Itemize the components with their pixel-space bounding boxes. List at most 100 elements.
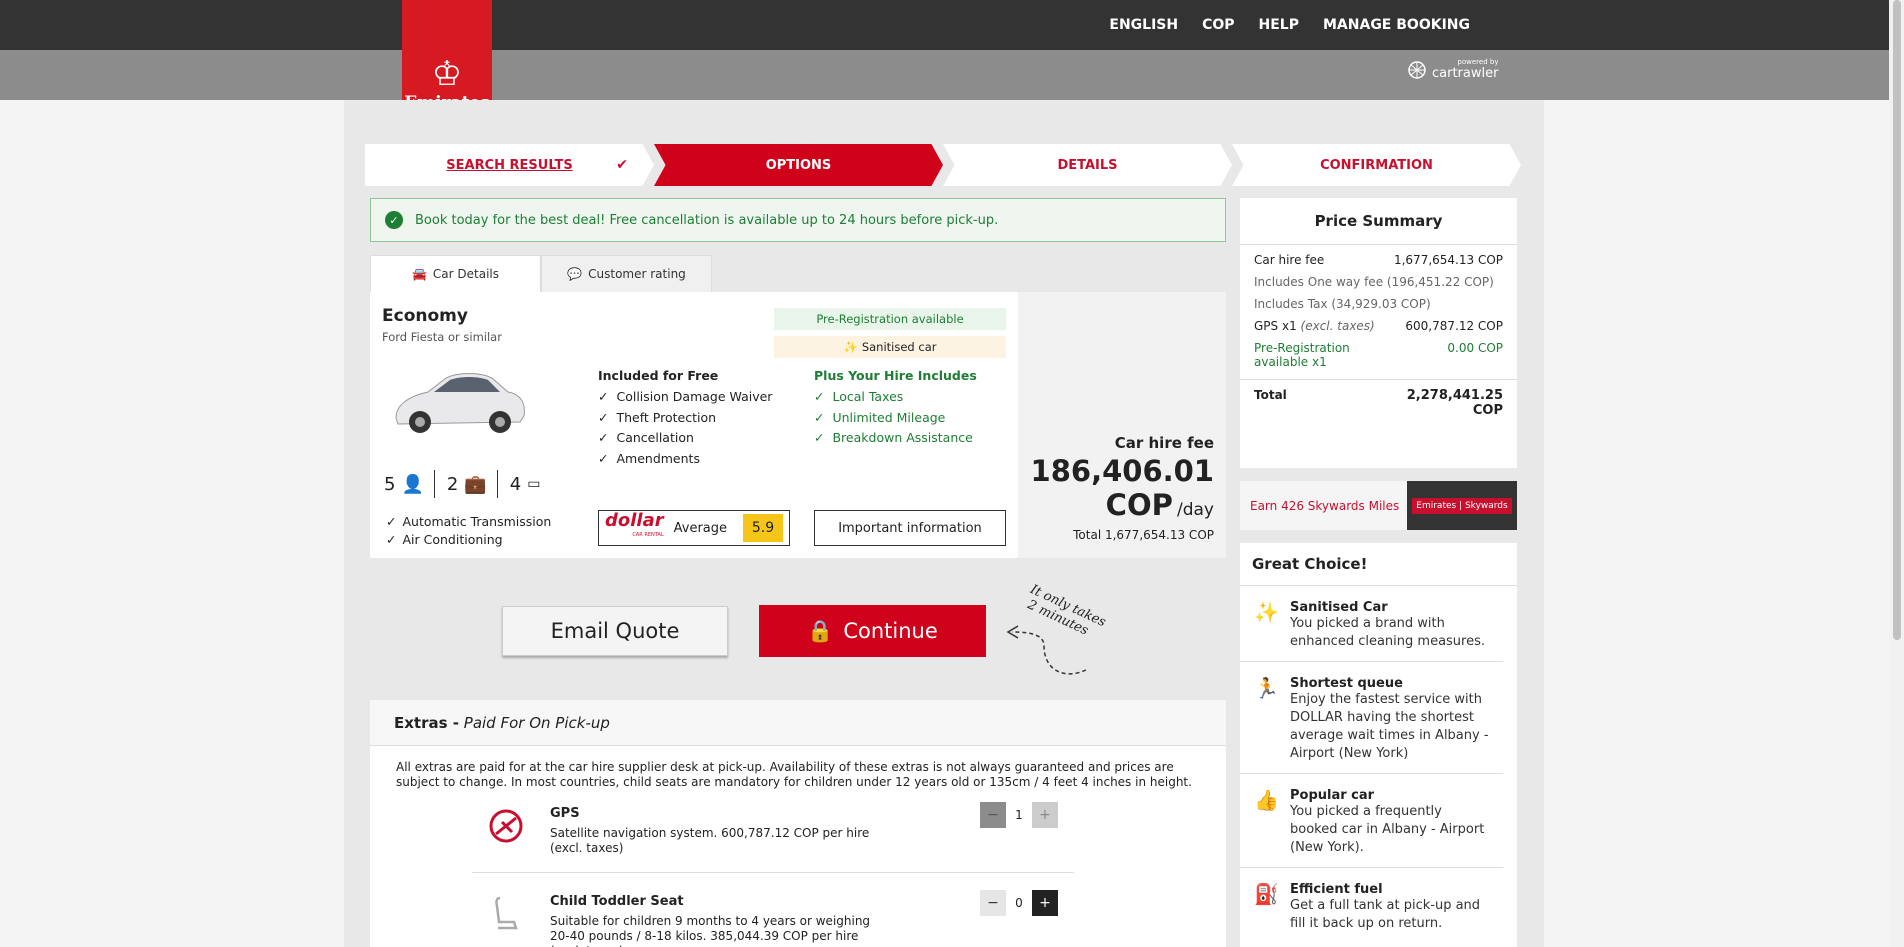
list-item: ✓ Collision Damage Waiver [598,387,772,408]
pre-registration-badge: Pre-Registration available [774,308,1006,330]
oneway-fee-note: Includes One way fee (196,451.22 COP) [1254,275,1494,289]
skywards-badge: Emirates | Skywards [1407,481,1517,530]
progress-steps: SEARCH RESULTS ✔ OPTIONS DETAILS CONFIRM… [365,144,1521,186]
sparkle-icon: ✨ [843,340,858,354]
check-icon: ✓ [814,409,825,425]
skywards-badge-text: Emirates | Skywards [1412,497,1512,514]
check-icon: ✓ [598,389,609,404]
tab-car-details[interactable]: 🚘 Car Details [370,255,541,292]
step-options: OPTIONS [654,144,943,186]
sanitised-text: Sanitised car [861,340,937,354]
extra-name: Child Toddler Seat [550,894,684,909]
suitcase-icon: 💼 [464,473,487,495]
feature-item: ✓ Air Conditioning [386,532,503,547]
thumbs-up-icon: 👍 [1254,788,1279,812]
row-label: Total [1254,388,1287,402]
total-price: Total 1,677,654.13 COP [1073,528,1214,542]
powered-brand: cartrawler [1432,66,1499,81]
item-text: Cancellation [616,430,694,445]
top-nav: ENGLISH COP HELP MANAGE BOOKING [1109,0,1470,50]
check-icon: ✓ [814,430,825,445]
supplier-rating[interactable]: dollar CAR RENTAL Average 5.9 [598,510,790,546]
extras-section: Extras - Paid For On Pick-up All extras … [370,700,1226,947]
email-quote-button[interactable]: Email Quote [502,606,728,656]
child-seat-quantity-stepper: − 0 + [980,890,1058,916]
cartrawler-globe-icon [1408,60,1426,79]
gps-quantity-stepper: − 1 + [980,802,1058,828]
step-search-results[interactable]: SEARCH RESULTS ✔ [365,144,654,186]
person-icon: 👤 [401,473,424,495]
feature-text: Air Conditioning [402,532,503,547]
gps-label: GPS x1 [1254,319,1297,333]
scrollbar-thumb[interactable] [1893,0,1901,640]
gps-row: GPS x1 (excl. taxes) 600,787.12 COP [1240,319,1517,333]
decrease-button[interactable]: − [980,802,1006,828]
emirates-emblem-icon: ♔ [431,54,463,94]
seats-count: 5 [384,473,396,495]
nav-help[interactable]: HELP [1259,17,1299,33]
sparkle-icon: ✨ [1254,600,1279,624]
included-list: Included for Free ✓ Collision Damage Waiv… [598,368,772,469]
item-text: You picked a brand with enhanced cleanin… [1290,616,1486,649]
checkmark-icon: ✔ [616,157,628,173]
great-choice-item: 🏃 Shortest queue Enjoy the fastest servi… [1240,662,1503,774]
nav-language[interactable]: ENGLISH [1109,17,1178,33]
powered-by-cartrawler: powered by cartrawler [1406,58,1498,81]
continue-button[interactable]: 🔒 Continue [759,605,986,657]
skywards-miles: Earn 426 Skywards Miles Emirates | Skywa… [1240,481,1517,530]
item-text: Unlimited Mileage [832,409,946,425]
supplier-logo-tag: CAR RENTAL [632,532,664,538]
car-category: Economy [382,306,468,326]
feature-item: ✓ Automatic Transmission [386,514,551,529]
plus-includes-list: Plus Your Hire Includes ✓ Local Taxes ✓ Un… [814,368,977,449]
item-title: Sanitised Car [1290,600,1388,615]
bags-spec: 2 💼 [445,470,498,498]
car-specs: 5 👤 2 💼 4 ▭ [382,470,560,498]
item-title: Popular car [1290,788,1375,803]
car-card: Economy Ford Fiesta or similar 5 👤 2 💼 4 ▭ … [370,292,1226,558]
check-icon: ✓ [598,450,609,466]
quantity-value: 1 [1015,808,1023,822]
list-item: ✓ Cancellation [598,428,772,449]
item-title: Efficient fuel [1290,882,1383,897]
extras-title: Extras - [394,713,459,732]
gps-note: (excl. taxes) [1300,319,1375,333]
item-text: Amendments [616,450,700,466]
car-model: Ford Fiesta or similar [382,330,502,344]
chat-bubble-icon: 💬 [567,267,583,281]
nav-currency[interactable]: COP [1202,17,1234,33]
check-icon: ✓ [598,430,609,445]
decrease-button[interactable]: − [980,890,1006,916]
gps-icon [489,809,523,843]
nav-manage-booking[interactable]: MANAGE BOOKING [1323,17,1470,33]
step-label: CONFIRMATION [1320,157,1433,173]
sanitised-badge: ✨ Sanitised car [774,336,1006,358]
check-icon: ✓ [814,389,825,404]
rating-score: 5.9 [743,514,783,542]
increase-button[interactable]: + [1032,802,1058,828]
tab-label: Car Details [432,267,500,281]
doors-spec: 4 ▭ [508,470,551,498]
row-value: 600,787.12 COP [1405,319,1503,333]
extras-header: Extras - Paid For On Pick-up [370,700,1226,746]
tab-customer-rating[interactable]: 💬 Customer rating [541,255,712,292]
hire-fee-row: Car hire fee 1,677,654.13 COP [1240,253,1517,267]
car-image [395,373,525,433]
divider [472,872,1074,873]
row-value: 1,677,654.13 COP [1393,253,1503,267]
increase-button[interactable]: + [1032,890,1058,916]
fuel-pump-icon: ⛽ [1254,882,1279,906]
important-information-button[interactable]: Important information [814,510,1006,546]
row-label: GPS x1 (excl. taxes) [1254,319,1375,333]
page-scrollbar[interactable] [1889,0,1904,947]
free-cancellation-banner: ✓ Book today for the best deal! Free can… [370,198,1226,242]
row-value: 2,278,441.25 COP [1406,388,1503,418]
step-details: DETAILS [943,144,1232,186]
doors-count: 4 [509,473,522,495]
running-icon: 🏃 [1254,676,1279,700]
included-title: Included for Free [598,368,719,383]
extra-desc: Satellite navigation system. 600,787.12 … [550,826,870,855]
row-label: Car hire fee [1254,253,1325,267]
bags-count: 2 [446,473,459,495]
step-label: SEARCH RESULTS [446,157,573,173]
